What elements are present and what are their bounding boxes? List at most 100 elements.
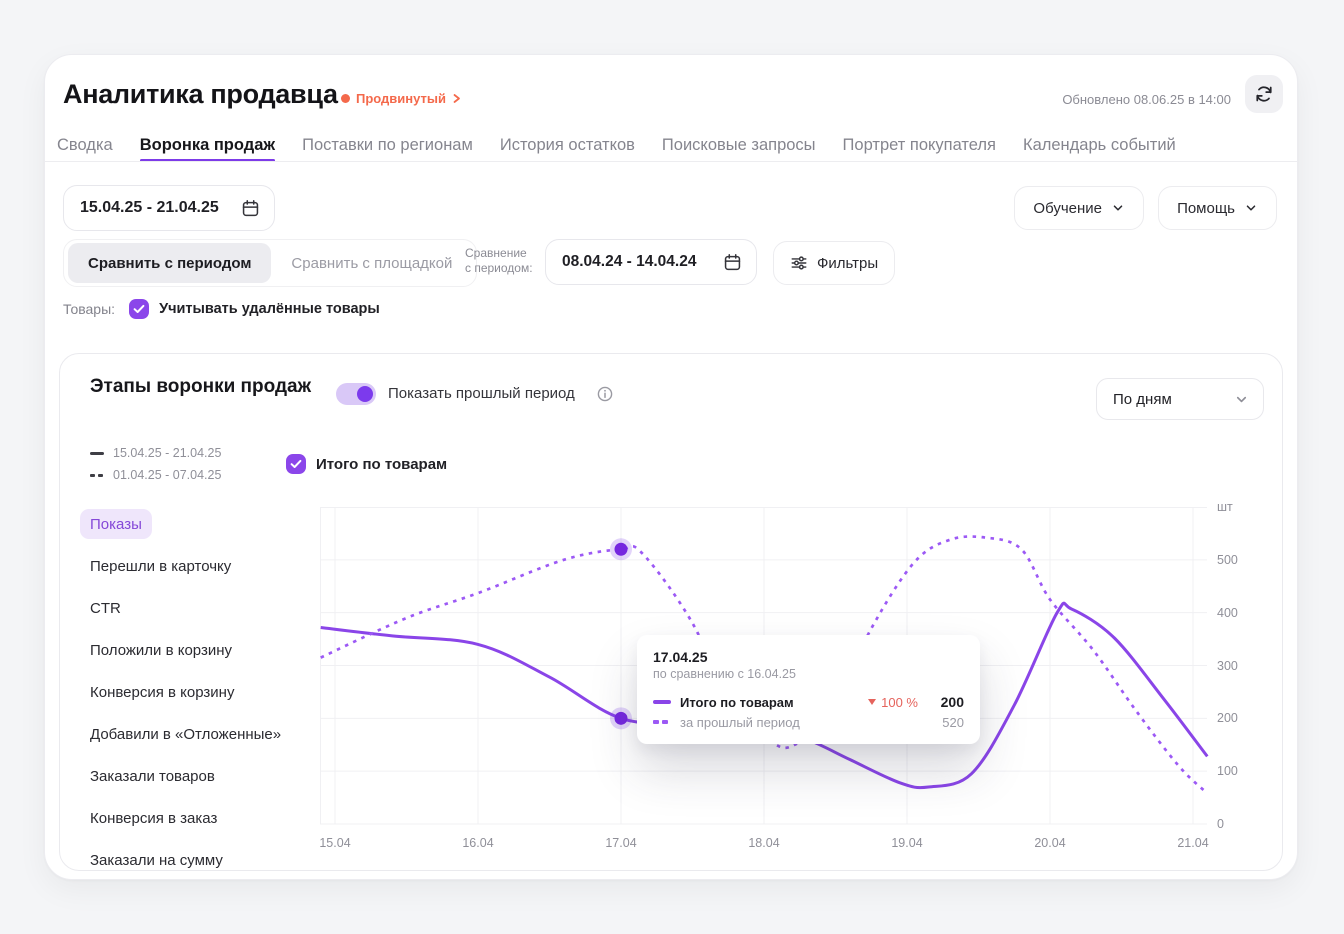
chevron-down-icon bbox=[1111, 201, 1125, 215]
products-caption: Товары: bbox=[63, 301, 115, 317]
filters-button-label: Фильтры bbox=[817, 255, 878, 272]
tooltip-row-0: Итого по товарам 100 % 200 bbox=[653, 692, 964, 712]
sliders-icon bbox=[790, 254, 808, 272]
x-tick-label: 21.04 bbox=[1161, 836, 1225, 850]
tab-4[interactable]: Поисковые запросы bbox=[662, 131, 816, 159]
comparison-date-value: 08.04.24 - 14.04.24 bbox=[562, 253, 696, 271]
legend-label: 15.04.25 - 21.04.25 bbox=[113, 446, 221, 460]
help-button-label: Помощь bbox=[1177, 200, 1235, 217]
stage-item-2[interactable]: CTR bbox=[80, 593, 131, 623]
y-tick-label: 500 bbox=[1217, 553, 1238, 567]
tooltip-delta: 100 % bbox=[868, 695, 918, 710]
tabs: Сводка Воронка продаж Поставки по регионам… bbox=[57, 131, 1176, 159]
stage-item-4[interactable]: Конверсия в корзину bbox=[80, 677, 244, 707]
tooltip-dashed-swatch bbox=[653, 720, 671, 724]
x-tick-label: 20.04 bbox=[1018, 836, 1082, 850]
plan-badge-label: Продвинутый bbox=[356, 91, 446, 106]
plan-badge-dot-icon bbox=[341, 94, 350, 103]
data-point-marker bbox=[615, 543, 628, 556]
total-by-products-checkbox[interactable] bbox=[286, 454, 306, 474]
period-date-input[interactable]: 15.04.25 - 21.04.25 bbox=[63, 185, 275, 231]
legend-item-0: 15.04.25 - 21.04.25 bbox=[90, 442, 221, 464]
y-tick-label: 200 bbox=[1217, 711, 1238, 725]
tooltip-series-name: за прошлый период bbox=[680, 715, 930, 730]
products-filter-row: Товары: Учитывать удалённые товары bbox=[63, 299, 380, 319]
granularity-select[interactable]: По дням bbox=[1096, 378, 1264, 420]
tooltip-compare-text: по сравнению с 16.04.25 bbox=[653, 666, 964, 683]
refresh-button[interactable] bbox=[1245, 75, 1283, 113]
tooltip-date: 17.04.25 bbox=[653, 648, 964, 666]
check-icon bbox=[133, 304, 145, 314]
funnel-stages-list: Показы Перешли в карточку CTR Положили в ко… bbox=[80, 509, 310, 880]
comparison-caption: Сравнение с периодом: bbox=[465, 246, 533, 276]
chevron-down-icon bbox=[1244, 201, 1258, 215]
chevron-down-icon bbox=[1234, 392, 1249, 407]
period-date-value: 15.04.25 - 21.04.25 bbox=[80, 199, 219, 217]
chevron-right-icon bbox=[452, 93, 461, 104]
page: { "header": { "title": "Аналитика продав… bbox=[0, 0, 1344, 934]
y-tick-label: 100 bbox=[1217, 764, 1238, 778]
granularity-value: По дням bbox=[1113, 391, 1172, 408]
calendar-icon bbox=[723, 253, 742, 272]
tabs-divider bbox=[45, 161, 1297, 162]
plan-badge[interactable]: Продвинутый bbox=[341, 91, 461, 106]
stage-item-3[interactable]: Положили в корзину bbox=[80, 635, 242, 665]
data-point-marker bbox=[615, 712, 628, 725]
stage-item-8[interactable]: Заказали на сумму bbox=[80, 845, 233, 875]
tooltip-series-name: Итого по товарам bbox=[680, 695, 868, 710]
legend-label: 01.04.25 - 07.04.25 bbox=[113, 468, 221, 482]
legend-solid-swatch bbox=[90, 452, 104, 455]
x-tick-label: 18.04 bbox=[732, 836, 796, 850]
tooltip-solid-swatch bbox=[653, 700, 671, 704]
compare-with-period-segment[interactable]: Сравнить с периодом bbox=[68, 243, 271, 283]
filters-button[interactable]: Фильтры bbox=[773, 241, 895, 285]
tab-0[interactable]: Сводка bbox=[57, 131, 113, 159]
stage-item-7[interactable]: Конверсия в заказ bbox=[80, 803, 227, 833]
legend-item-1: 01.04.25 - 07.04.25 bbox=[90, 464, 221, 486]
total-by-products-row: Итого по товарам bbox=[286, 454, 447, 474]
page-title: Аналитика продавца bbox=[63, 79, 338, 110]
funnel-panel: Этапы воронки продаж Показать прошлый пе… bbox=[59, 353, 1283, 871]
comparison-date-input[interactable]: 08.04.24 - 14.04.24 bbox=[545, 239, 757, 285]
x-tick-label: 15.04 bbox=[303, 836, 367, 850]
x-tick-label: 16.04 bbox=[446, 836, 510, 850]
y-tick-label: 0 bbox=[1217, 817, 1224, 831]
tab-5[interactable]: Портрет покупателя bbox=[843, 131, 996, 159]
tooltip-rows: Итого по товарам100 %200за прошлый перио… bbox=[653, 692, 964, 732]
training-button[interactable]: Обучение bbox=[1014, 186, 1144, 230]
tab-2[interactable]: Поставки по регионам bbox=[302, 131, 473, 159]
total-by-products-label[interactable]: Итого по товарам bbox=[316, 456, 447, 473]
tab-1[interactable]: Воронка продаж bbox=[140, 131, 275, 159]
show-past-period-label: Показать прошлый период bbox=[388, 385, 575, 402]
show-past-period-toggle[interactable] bbox=[336, 383, 376, 405]
include-deleted-checkbox[interactable] bbox=[129, 299, 149, 319]
stage-item-5[interactable]: Добавили в «Отложенные» bbox=[80, 719, 291, 749]
funnel-title: Этапы воронки продаж bbox=[90, 376, 311, 398]
include-deleted-label[interactable]: Учитывать удалённые товары bbox=[159, 301, 380, 317]
compare-with-platform-segment[interactable]: Сравнить с площадкой bbox=[271, 243, 472, 283]
y-tick-label: 300 bbox=[1217, 659, 1238, 673]
triangle-down-icon bbox=[868, 699, 876, 705]
tooltip-value: 200 bbox=[930, 694, 964, 710]
info-icon[interactable] bbox=[597, 386, 613, 402]
tooltip-delta-value: 100 % bbox=[881, 695, 918, 710]
stage-item-0[interactable]: Показы bbox=[80, 509, 152, 539]
tooltip-value: 520 bbox=[930, 715, 964, 730]
training-button-label: Обучение bbox=[1033, 200, 1102, 217]
stage-item-1[interactable]: Перешли в карточку bbox=[80, 551, 241, 581]
tab-3[interactable]: История остатков bbox=[500, 131, 635, 159]
analytics-card: Аналитика продавца Продвинутый Обновлено… bbox=[44, 54, 1298, 880]
refresh-icon bbox=[1254, 84, 1274, 104]
x-tick-label: 17.04 bbox=[589, 836, 653, 850]
legend-dashed-swatch bbox=[90, 474, 104, 477]
stage-item-6[interactable]: Заказали товаров bbox=[80, 761, 225, 791]
y-tick-label: 400 bbox=[1217, 606, 1238, 620]
x-tick-label: 19.04 bbox=[875, 836, 939, 850]
updated-timestamp: Обновлено 08.06.25 в 14:00 bbox=[1062, 92, 1231, 107]
y-axis-unit-label: шт bbox=[1217, 500, 1233, 514]
tab-6[interactable]: Календарь событий bbox=[1023, 131, 1176, 159]
compare-segmented-control: Сравнить с периодом Сравнить с площадкой bbox=[63, 239, 477, 287]
check-icon bbox=[290, 459, 302, 469]
tooltip-row-1: за прошлый период520 bbox=[653, 712, 964, 732]
help-button[interactable]: Помощь bbox=[1158, 186, 1277, 230]
